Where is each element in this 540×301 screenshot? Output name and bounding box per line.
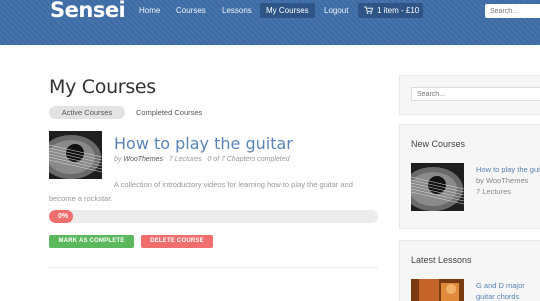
header-search-input[interactable] — [485, 4, 540, 18]
cart-icon — [364, 6, 373, 14]
latest-lessons-heading: Latest Lessons — [411, 255, 472, 265]
mark-as-complete-button[interactable]: MARK AS COMPLETE — [49, 235, 134, 248]
page-title: My Courses — [49, 76, 156, 98]
nav-lessons[interactable]: Lessons — [222, 3, 252, 18]
cart-label: 1 item - £10 — [377, 6, 420, 15]
course-author-link[interactable]: WooThemes — [123, 156, 163, 163]
nav-courses[interactable]: Courses — [176, 3, 206, 18]
lesson-thumbnail[interactable] — [411, 279, 464, 301]
nav-logout[interactable]: Logout — [324, 3, 348, 18]
site-logo[interactable]: Sensei — [50, 0, 126, 22]
site-header: Sensei Home Courses Lessons My Courses L… — [0, 0, 540, 45]
guitar-image — [411, 163, 464, 211]
by-label: by — [114, 156, 122, 163]
divider — [49, 267, 378, 268]
new-courses-heading: New Courses — [411, 139, 466, 149]
new-course-title-link[interactable]: How to play the guitar — [476, 164, 540, 175]
new-course-byline: by WooThemes — [476, 176, 529, 185]
course-meta: by WooThemes 7 Lectures 0 of 7 Chapters … — [114, 156, 290, 163]
progress-fill: 0% — [49, 210, 73, 223]
sidebar-search-input[interactable] — [411, 87, 540, 101]
course-thumbnail[interactable] — [49, 131, 102, 179]
course-description: A collection of introductory videos for … — [49, 180, 353, 203]
nav-home[interactable]: Home — [139, 3, 160, 18]
lesson-image — [411, 279, 464, 301]
new-course-thumbnail[interactable] — [411, 163, 464, 211]
tab-completed-courses[interactable]: Completed Courses — [136, 106, 202, 119]
course-progress-bar: 0% — [49, 210, 378, 223]
new-course-lectures: 7 Lectures — [476, 187, 512, 196]
cart-button[interactable]: 1 item - £10 — [358, 3, 423, 18]
tab-active-courses[interactable]: Active Courses — [49, 106, 125, 119]
guitar-image — [49, 131, 102, 179]
lesson-title-link[interactable]: G and D major guitar chords — [476, 280, 540, 301]
nav-my-courses[interactable]: My Courses — [260, 3, 315, 18]
course-chapters: 0 of 7 Chapters completed — [207, 156, 290, 163]
course-lectures: 7 Lectures — [168, 156, 202, 163]
delete-course-button[interactable]: DELETE COURSE — [141, 235, 213, 248]
course-title-link[interactable]: How to play the guitar — [114, 134, 293, 153]
